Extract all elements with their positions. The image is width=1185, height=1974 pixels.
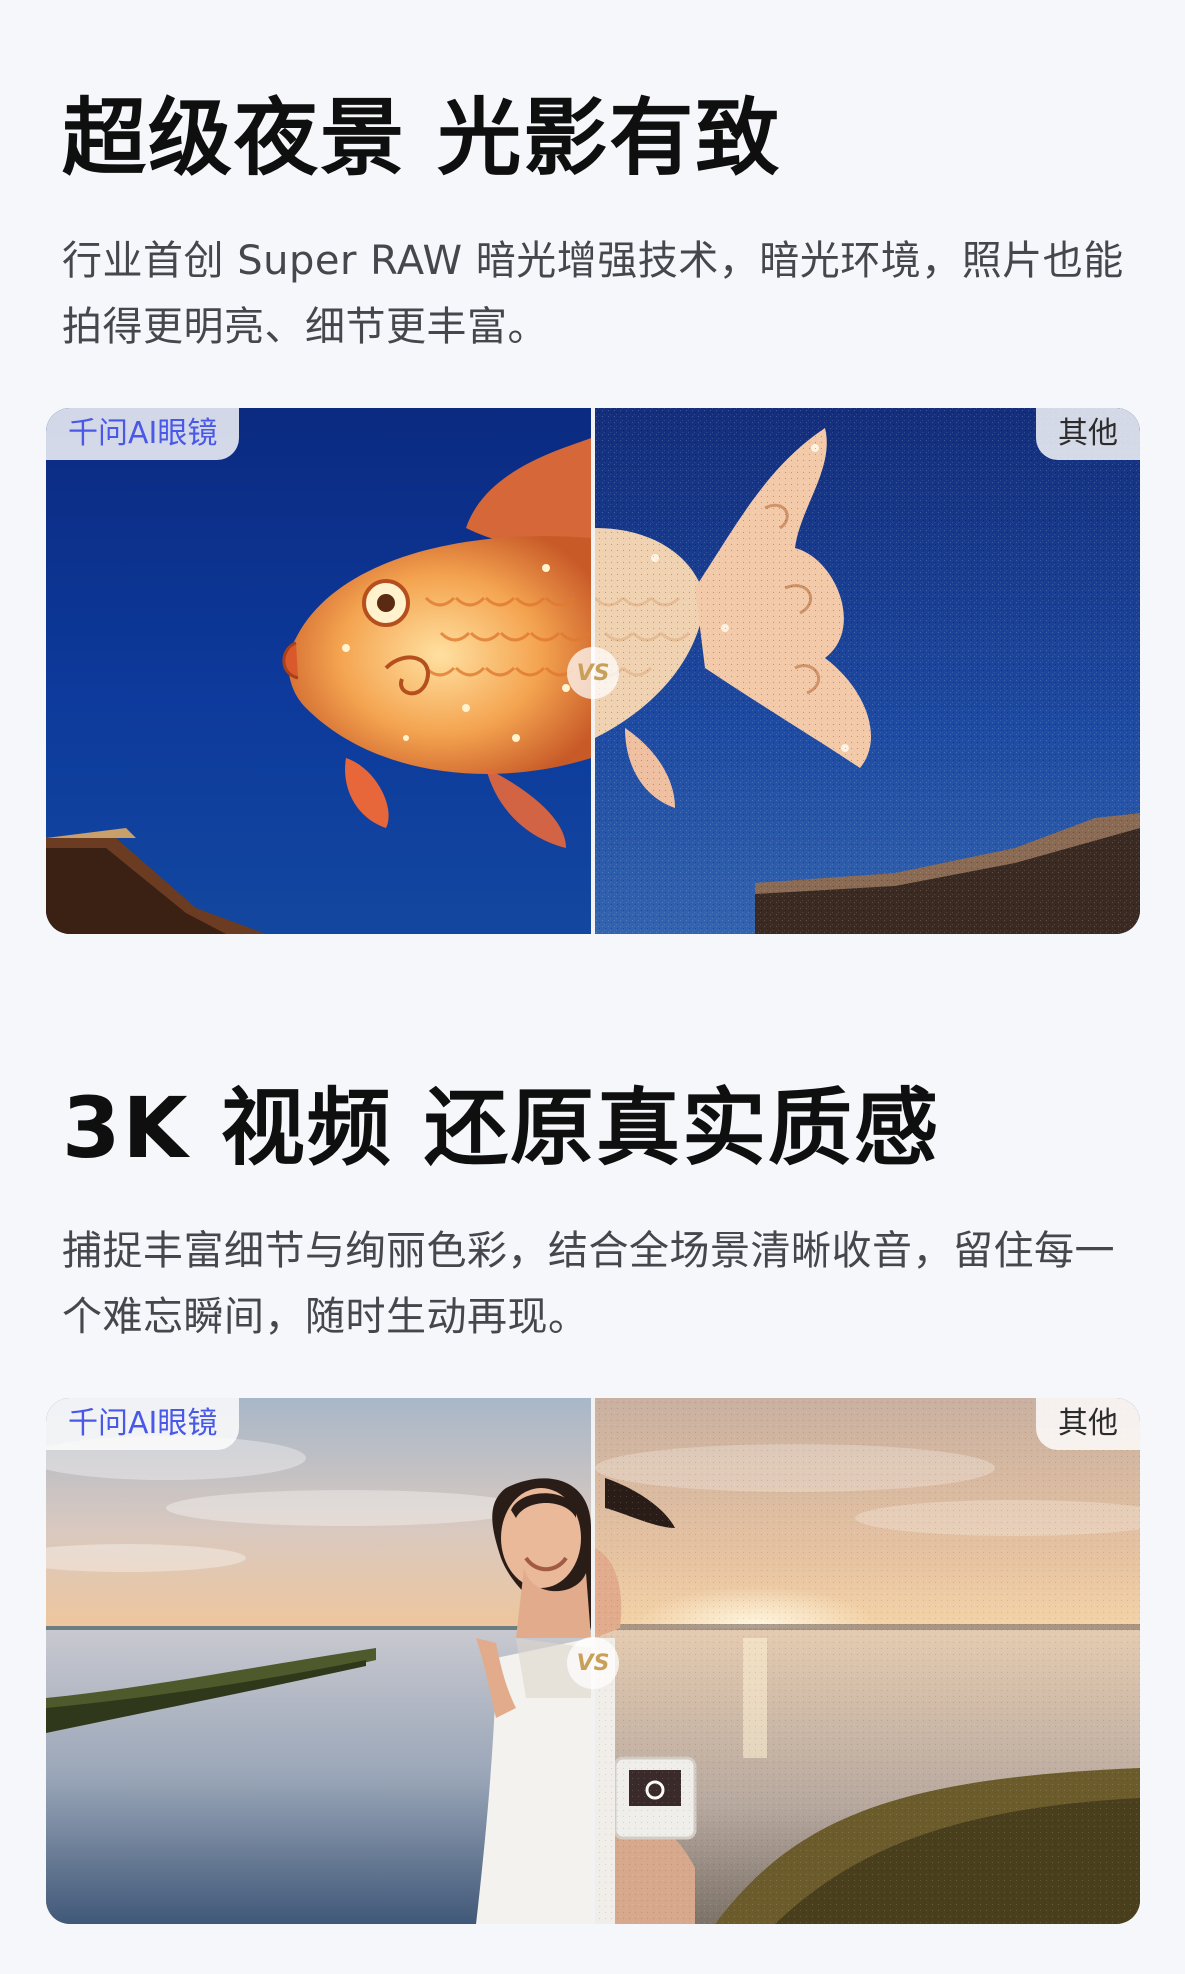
other-tag: 其他 bbox=[1036, 1398, 1140, 1450]
video-comparison: VS 千问AI眼镜 其他 bbox=[46, 1398, 1140, 1924]
vs-badge-icon: VS bbox=[567, 1637, 619, 1689]
other-tag: 其他 bbox=[1036, 408, 1140, 460]
video-title: 3K 视频 还原真实质感 bbox=[62, 1079, 941, 1177]
brand-tag: 千问AI眼镜 bbox=[46, 1398, 240, 1450]
night-scene-left-photo bbox=[46, 408, 591, 934]
night-scene-description: 行业首创 Super RAW 暗光增强技术，暗光环境，照片也能拍得更明亮、细节更… bbox=[62, 238, 1124, 350]
night-scene-title: 超级夜景 光影有致 bbox=[62, 89, 782, 187]
vs-badge-icon: VS bbox=[567, 647, 619, 699]
brand-tag: 千问AI眼镜 bbox=[46, 408, 240, 460]
video-left-photo bbox=[46, 1398, 591, 1924]
night-scene-comparison: VS 千问AI眼镜 其他 bbox=[46, 408, 1140, 934]
video-description: 捕捉丰富细节与绚丽色彩，结合全场景清晰收音，留住每一个难忘瞬间，随时生动再现。 bbox=[62, 1228, 1115, 1340]
video-right-photo bbox=[595, 1398, 1140, 1924]
night-scene-right-photo bbox=[595, 408, 1140, 934]
